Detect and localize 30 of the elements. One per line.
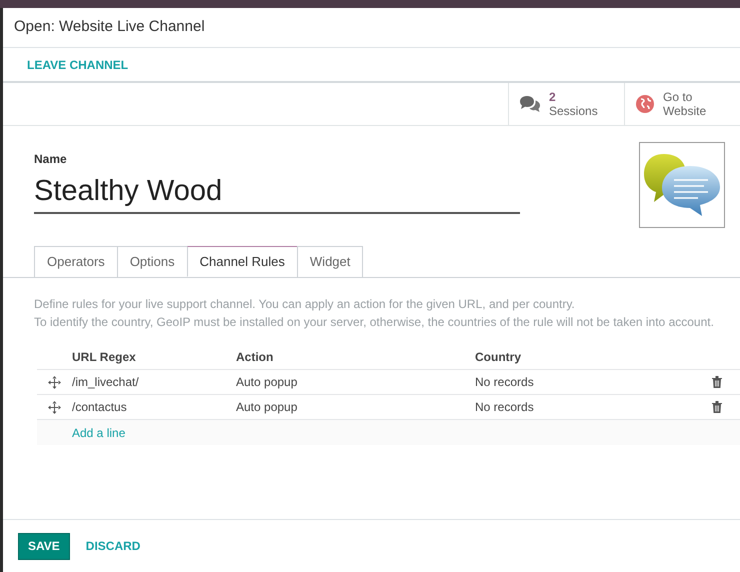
chat-bubbles-image[interactable] bbox=[639, 142, 725, 228]
table-cell: Auto popup bbox=[236, 375, 298, 389]
column-header: Action bbox=[236, 350, 274, 364]
window-title: Open: Website Live Channel bbox=[14, 17, 205, 38]
table-cell: No records bbox=[475, 375, 534, 389]
smart-button[interactable]: Go to Website bbox=[624, 83, 740, 125]
tab[interactable]: Widget bbox=[296, 246, 364, 277]
table-cell: /im_livechat/ bbox=[72, 375, 139, 389]
tab[interactable]: Operators bbox=[34, 246, 118, 277]
discard-button[interactable]: DISCARD bbox=[86, 537, 140, 555]
chat-bubbles-icon bbox=[519, 95, 541, 113]
help-text: Define rules for your live support channel. You can apply an action for the given URL, and per country. bbox=[34, 296, 576, 313]
name-field[interactable]: Stealthy Wood bbox=[34, 172, 520, 214]
smart-button[interactable]: 2 Sessions bbox=[508, 83, 624, 125]
table-cell: Auto popup bbox=[236, 400, 298, 414]
trash-icon[interactable] bbox=[712, 376, 722, 388]
add-line-link[interactable]: Add a line bbox=[72, 424, 126, 442]
column-header: URL Regex bbox=[72, 350, 136, 364]
help-text: To identify the country, GeoIP must be installed on your server, otherwise, the countries of the rule will not be taken into account. bbox=[34, 314, 715, 331]
trash-icon[interactable] bbox=[712, 401, 722, 413]
drag-handle-icon[interactable] bbox=[48, 376, 61, 388]
save-button[interactable]: SAVE bbox=[18, 532, 70, 560]
leave-channel-button[interactable]: LEAVE CHANNEL bbox=[27, 56, 128, 74]
field-label: Name bbox=[34, 151, 68, 168]
drag-handle-icon[interactable] bbox=[48, 400, 61, 414]
table-cell: No records bbox=[475, 400, 534, 414]
globe-icon bbox=[635, 94, 655, 114]
column-header: Country bbox=[475, 350, 521, 364]
table-cell: /contactus bbox=[72, 400, 127, 414]
tab[interactable]: Channel Rules bbox=[186, 246, 298, 277]
